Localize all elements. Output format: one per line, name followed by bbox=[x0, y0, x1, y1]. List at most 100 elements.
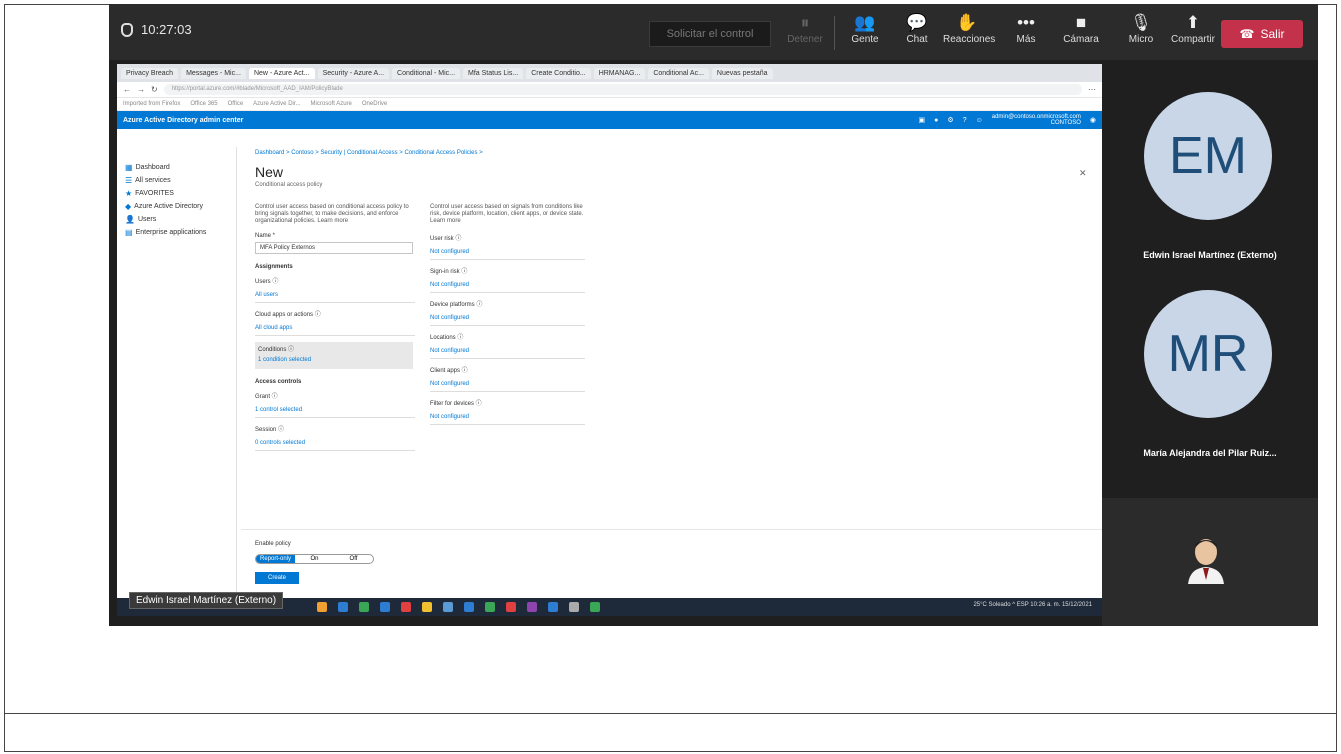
app-icon[interactable] bbox=[569, 602, 579, 612]
browser-tab[interactable]: HRMANAG... bbox=[593, 67, 646, 79]
field-link[interactable]: Not configured bbox=[430, 344, 585, 359]
conditions-link[interactable]: 1 condition selected bbox=[258, 353, 410, 367]
breadcrumb[interactable]: Dashboard > Contoso > Security | Conditi… bbox=[255, 150, 483, 156]
toggle-option[interactable]: On bbox=[295, 555, 334, 563]
avatar[interactable]: MR bbox=[1144, 290, 1272, 418]
account-info[interactable]: admin@contoso.onmicrosoft.com CONTOSO bbox=[992, 114, 1081, 126]
app-icon[interactable] bbox=[317, 602, 327, 612]
field-link[interactable]: All cloud apps bbox=[255, 321, 415, 336]
field-link[interactable]: Not configured bbox=[430, 311, 585, 326]
browser-tab[interactable]: Security - Azure A... bbox=[317, 67, 390, 79]
browser-tab[interactable]: Conditional - Mic... bbox=[392, 67, 461, 79]
feedback-icon[interactable]: ☺ bbox=[976, 117, 983, 124]
field-link[interactable]: 1 control selected bbox=[255, 403, 415, 418]
app-icon[interactable] bbox=[401, 602, 411, 612]
shield-icon bbox=[121, 22, 133, 37]
enable-policy-label: Enable policy bbox=[255, 541, 291, 547]
field-link[interactable]: All users bbox=[255, 288, 415, 303]
app-icon[interactable] bbox=[548, 602, 558, 612]
meeting-timer: 10:27:03 bbox=[121, 22, 192, 37]
bookmark-item[interactable]: Azure Active Dir... bbox=[253, 101, 300, 107]
dashboard-icon: ▦ bbox=[125, 163, 133, 172]
sidebar-item-label: Enterprise applications bbox=[135, 229, 207, 236]
browser-tab[interactable]: Create Conditio... bbox=[526, 67, 591, 79]
sidebar-item-label: Azure Active Directory bbox=[134, 203, 204, 210]
browser-tab[interactable]: Privacy Breach bbox=[121, 67, 179, 79]
toolbar-reactions-button[interactable]: ✋ Reacciones bbox=[943, 12, 995, 56]
toggle-option[interactable]: Off bbox=[334, 555, 373, 563]
toolbar-divider bbox=[834, 16, 835, 50]
help-icon[interactable]: ? bbox=[963, 117, 967, 124]
browser-tab[interactable]: Nuevas pestaña bbox=[711, 67, 773, 79]
app-icon[interactable] bbox=[464, 602, 474, 612]
app-icon[interactable] bbox=[380, 602, 390, 612]
enable-policy-toggle[interactable]: Report-only On Off bbox=[255, 554, 374, 564]
browser-tab[interactable]: Messages - Mic... bbox=[181, 67, 246, 79]
system-tray: 25°C Soleado ^ ESP 10:26 a. m. 15/12/202… bbox=[973, 602, 1092, 608]
toolbar-label: Reacciones bbox=[943, 34, 996, 45]
field-link[interactable]: 0 controls selected bbox=[255, 436, 415, 451]
sidebar-item[interactable]: ▤ Enterprise applications bbox=[117, 226, 236, 239]
field-link[interactable]: Not configured bbox=[430, 410, 585, 425]
sidebar-item[interactable]: ★ FAVORITES bbox=[117, 187, 236, 200]
refresh-icon[interactable]: ↻ bbox=[151, 85, 158, 94]
app-icon[interactable] bbox=[422, 602, 432, 612]
conditions-section[interactable]: Conditions ⓘ 1 condition selected bbox=[255, 342, 413, 369]
field-label: Locations ⓘ bbox=[430, 335, 464, 341]
app-icon[interactable] bbox=[506, 602, 516, 612]
bookmark-item[interactable]: Microsoft Azure bbox=[311, 101, 352, 107]
url-field[interactable]: https://portal.azure.com/#blade/Microsof… bbox=[163, 84, 1082, 95]
forward-icon[interactable]: → bbox=[137, 85, 145, 94]
app-icon[interactable] bbox=[590, 602, 600, 612]
field-label: Grant ⓘ bbox=[255, 394, 278, 400]
app-icon[interactable] bbox=[359, 602, 369, 612]
footer-divider bbox=[241, 529, 1102, 530]
bookmark-item[interactable]: Office bbox=[228, 101, 244, 107]
bookmark-item[interactable]: Imported from Firefox bbox=[123, 101, 180, 107]
toolbar-share-button[interactable]: ⬆ Compartir bbox=[1169, 12, 1217, 56]
app-icon[interactable] bbox=[485, 602, 495, 612]
browser-tab[interactable]: New - Azure Act... bbox=[248, 67, 315, 79]
app-icon[interactable] bbox=[443, 602, 453, 612]
bookmark-item[interactable]: OneDrive bbox=[362, 101, 387, 107]
app-icon[interactable] bbox=[527, 602, 537, 612]
policy-name-input[interactable]: MFA Policy Externos bbox=[255, 242, 413, 254]
take-control-button[interactable]: Solicitar el control bbox=[649, 21, 771, 47]
portal-title: Azure Active Directory admin center bbox=[123, 116, 244, 124]
avatar-icon[interactable]: ◉ bbox=[1090, 116, 1096, 124]
back-icon[interactable]: ← bbox=[123, 85, 131, 94]
bookmark-item[interactable]: Office 365 bbox=[190, 101, 217, 107]
sidebar-item[interactable]: ☰ All services bbox=[117, 174, 236, 187]
field-link[interactable]: Not configured bbox=[430, 245, 585, 260]
field-label: Client apps ⓘ bbox=[430, 368, 468, 374]
app-icon[interactable] bbox=[338, 602, 348, 612]
sidebar-item-label: Dashboard bbox=[135, 164, 170, 171]
browser-tab[interactable]: Conditional Ac... bbox=[648, 67, 709, 79]
gear-icon[interactable]: ⚙ bbox=[947, 116, 953, 124]
avatar[interactable]: EM bbox=[1144, 92, 1272, 220]
star-icon: ★ bbox=[125, 189, 133, 198]
toolbar-pause-button[interactable]: ⏸ Detener bbox=[781, 12, 829, 56]
toolbar-more-button[interactable]: ••• Más bbox=[1002, 12, 1050, 56]
sidebar-item[interactable]: ▦ Dashboard bbox=[117, 161, 236, 174]
toolbar-camera-button[interactable]: ■ Cámara bbox=[1057, 12, 1105, 56]
create-button[interactable]: Create bbox=[255, 572, 299, 584]
field-link[interactable]: Not configured bbox=[430, 377, 585, 392]
menu-icon[interactable]: ⋯ bbox=[1088, 85, 1096, 94]
browser-tab[interactable]: Mfa Status Lis... bbox=[463, 67, 524, 79]
toolbar-people-button[interactable]: 👥 Gente bbox=[841, 12, 889, 56]
caption-frame bbox=[4, 714, 1337, 752]
sidebar-item-label: FAVORITES bbox=[135, 190, 174, 197]
field-link[interactable]: Not configured bbox=[430, 278, 585, 293]
sidebar-item[interactable]: ◆ Azure Active Directory bbox=[117, 200, 236, 213]
assignments-heading: Assignments bbox=[255, 264, 293, 270]
notifications-icon[interactable]: ● bbox=[934, 117, 938, 124]
sidebar-item[interactable]: 👤 Users bbox=[117, 213, 236, 226]
leave-button[interactable]: ☎ Salir bbox=[1221, 20, 1303, 48]
cloud-shell-icon[interactable]: ▣ bbox=[919, 116, 926, 124]
close-icon[interactable]: ✕ bbox=[1079, 168, 1087, 179]
toolbar-mic-button[interactable]: 🎙 Micro bbox=[1117, 12, 1165, 56]
toggle-option[interactable]: Report-only bbox=[256, 555, 295, 563]
toolbar-chat-button[interactable]: 💬 Chat bbox=[893, 12, 941, 56]
assignments-column: Control user access based on conditional… bbox=[255, 204, 415, 451]
